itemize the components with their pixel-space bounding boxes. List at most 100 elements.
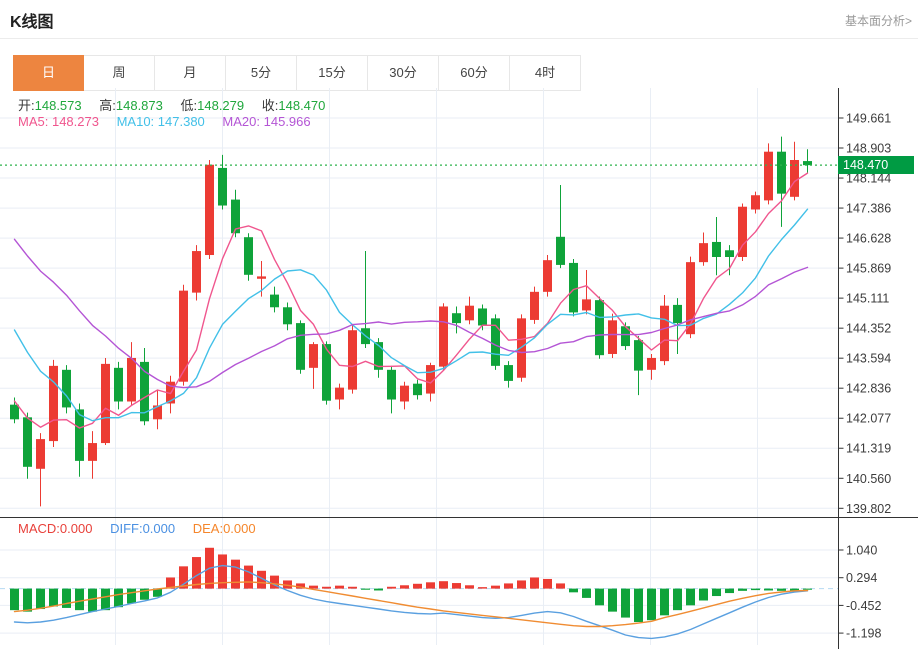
macd-bar bbox=[764, 589, 773, 591]
candle[interactable] bbox=[309, 342, 318, 389]
candle[interactable] bbox=[595, 297, 604, 359]
candle-body bbox=[556, 237, 565, 265]
candle[interactable] bbox=[23, 413, 32, 479]
macd-bar bbox=[374, 589, 383, 591]
candle-body bbox=[270, 295, 279, 308]
chart-canvas[interactable]: 149.661148.903148.144147.386146.628145.8… bbox=[0, 0, 918, 649]
candle-body bbox=[439, 306, 448, 366]
macd-bar bbox=[595, 589, 604, 606]
candle[interactable] bbox=[790, 142, 799, 201]
candle[interactable] bbox=[88, 431, 97, 479]
candle[interactable] bbox=[101, 358, 110, 445]
candle[interactable] bbox=[452, 306, 461, 333]
macd-bar bbox=[10, 589, 19, 611]
candle[interactable] bbox=[777, 137, 786, 227]
candle-body bbox=[660, 306, 669, 361]
candle[interactable] bbox=[205, 160, 214, 259]
candle[interactable] bbox=[296, 320, 305, 373]
candle-body bbox=[49, 366, 58, 441]
candle[interactable] bbox=[270, 287, 279, 313]
y-axis-label: 148.903 bbox=[846, 142, 891, 156]
candle[interactable] bbox=[751, 192, 760, 214]
macd-bar bbox=[62, 589, 71, 608]
candle-body bbox=[88, 443, 97, 461]
macd-bar bbox=[582, 589, 591, 598]
candle-body bbox=[764, 152, 773, 201]
candle[interactable] bbox=[192, 245, 201, 300]
y-axis-label: 140.560 bbox=[846, 472, 891, 486]
candle[interactable] bbox=[244, 233, 253, 281]
candle[interactable] bbox=[49, 360, 58, 447]
candle[interactable] bbox=[608, 314, 617, 358]
macd-bar bbox=[49, 589, 58, 607]
y-axis-label: 147.386 bbox=[846, 202, 891, 216]
candle[interactable] bbox=[634, 336, 643, 395]
candle[interactable] bbox=[712, 217, 721, 275]
candle[interactable] bbox=[530, 287, 539, 324]
macd-bar bbox=[114, 589, 123, 608]
candle-body bbox=[36, 439, 45, 469]
macd-bar bbox=[75, 589, 84, 611]
macd-bar bbox=[452, 583, 461, 589]
candle-body bbox=[244, 237, 253, 275]
macd-bar bbox=[777, 589, 786, 591]
candle[interactable] bbox=[153, 390, 162, 430]
candle[interactable] bbox=[478, 304, 487, 330]
candle-body bbox=[595, 300, 604, 355]
candle[interactable] bbox=[127, 342, 136, 405]
candle[interactable] bbox=[387, 366, 396, 414]
candle[interactable] bbox=[322, 341, 331, 404]
candle[interactable] bbox=[140, 348, 149, 425]
macd-axis-label: -0.452 bbox=[846, 599, 881, 613]
candle-body bbox=[400, 386, 409, 402]
candle[interactable] bbox=[699, 232, 708, 265]
candle[interactable] bbox=[582, 270, 591, 314]
candle-body bbox=[62, 370, 71, 408]
candle[interactable] bbox=[283, 303, 292, 331]
candle[interactable] bbox=[764, 143, 773, 204]
candle[interactable] bbox=[543, 255, 552, 297]
candle[interactable] bbox=[491, 314, 500, 369]
macd-bar bbox=[127, 589, 136, 604]
candle[interactable] bbox=[62, 365, 71, 413]
candle[interactable] bbox=[465, 297, 474, 325]
macd-bar bbox=[387, 587, 396, 589]
candle[interactable] bbox=[413, 380, 422, 400]
macd-bar bbox=[426, 582, 435, 588]
candle[interactable] bbox=[504, 361, 513, 388]
candle[interactable] bbox=[166, 376, 175, 414]
macd-bar bbox=[556, 583, 565, 588]
macd-bar bbox=[608, 589, 617, 612]
candle[interactable] bbox=[517, 314, 526, 381]
candle[interactable] bbox=[36, 433, 45, 506]
candle-body bbox=[504, 365, 513, 381]
candle[interactable] bbox=[556, 185, 565, 268]
candle[interactable] bbox=[439, 303, 448, 370]
candle-body bbox=[478, 308, 487, 325]
macd-axis-label: -1.198 bbox=[846, 627, 881, 641]
macd-bar bbox=[647, 589, 656, 621]
candle[interactable] bbox=[738, 204, 747, 261]
macd-bar bbox=[699, 589, 708, 601]
candle-body bbox=[634, 340, 643, 370]
candle[interactable] bbox=[348, 325, 357, 393]
candle[interactable] bbox=[218, 155, 227, 210]
macd-bar bbox=[725, 589, 734, 593]
candle-body bbox=[192, 251, 201, 293]
y-axis-label: 146.628 bbox=[846, 232, 891, 246]
macd-bar bbox=[530, 577, 539, 588]
candle[interactable] bbox=[374, 338, 383, 378]
candle[interactable] bbox=[400, 382, 409, 410]
y-axis-label: 145.869 bbox=[846, 262, 891, 276]
macd-bar bbox=[361, 589, 370, 590]
y-axis-label: 142.836 bbox=[846, 382, 891, 396]
candle[interactable] bbox=[569, 259, 578, 316]
candle-body bbox=[543, 260, 552, 292]
candle-body bbox=[101, 364, 110, 443]
candle[interactable] bbox=[335, 384, 344, 410]
macd-bar bbox=[569, 589, 578, 593]
candle[interactable] bbox=[803, 149, 812, 173]
macd-bar bbox=[465, 585, 474, 588]
candle-body bbox=[283, 307, 292, 324]
candle-body bbox=[309, 344, 318, 368]
